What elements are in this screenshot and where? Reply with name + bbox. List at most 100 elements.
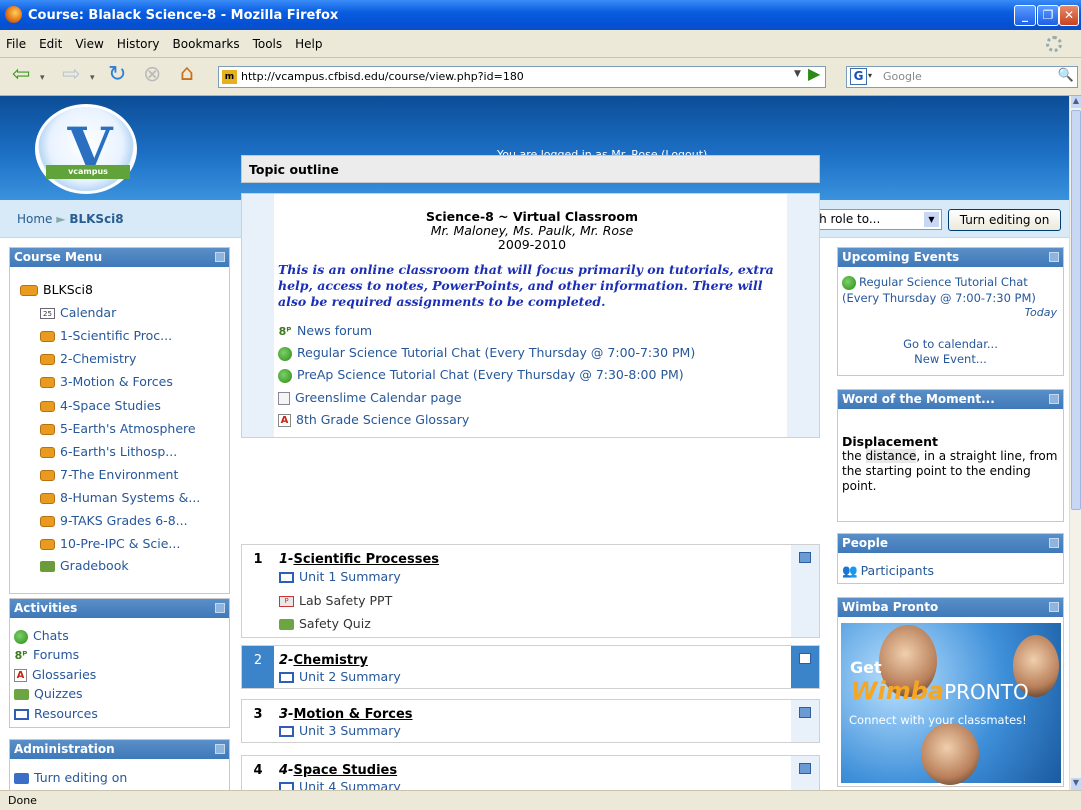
collapse-icon[interactable] [1049, 394, 1059, 404]
show-only-section-icon[interactable] [799, 653, 811, 664]
menu-bookmarks[interactable]: Bookmarks [173, 37, 240, 51]
event-link[interactable]: Regular Science Tutorial Chat (Every Thu… [842, 274, 1060, 306]
back-dropdown-icon[interactable]: ▾ [40, 63, 45, 93]
course-menu-item-gradebook[interactable]: Gradebook [40, 558, 129, 573]
word-of-moment-block: Word of the Moment... Displacement the d… [837, 389, 1064, 522]
collapse-icon[interactable] [215, 744, 225, 754]
activity-glossaries[interactable]: A Glossaries [14, 667, 96, 682]
scroll-up-icon[interactable]: ▲ [1071, 96, 1081, 108]
course-menu-item-4[interactable]: 4-Space Studies [40, 398, 161, 413]
menu-help[interactable]: Help [295, 37, 322, 51]
engine-dropdown-icon[interactable]: ▾ [868, 71, 872, 80]
folder-icon [40, 424, 55, 435]
home-icon[interactable]: ⌂ [180, 59, 194, 89]
course-menu-item-label: Gradebook [60, 558, 129, 573]
link-preap-chat[interactable]: PreAp Science Tutorial Chat (Every Thurs… [278, 367, 684, 383]
breadcrumb-home[interactable]: Home [17, 212, 52, 226]
course-menu-item-label: 2-Chemistry [60, 351, 137, 366]
course-menu-item-7[interactable]: 7-The Environment [40, 467, 178, 482]
goto-calendar-link[interactable]: Go to calendar... [838, 337, 1063, 351]
course-menu-item-9[interactable]: 9-TAKS Grades 6-8... [40, 513, 188, 528]
menu-file[interactable]: File [6, 37, 26, 51]
administration-title: Administration [14, 742, 115, 756]
link-glossary[interactable]: A 8th Grade Science Glossary [278, 412, 469, 427]
google-engine-icon[interactable]: G [850, 68, 867, 85]
new-event-link[interactable]: New Event... [838, 352, 1063, 366]
course-root[interactable]: BLKSci8 [20, 282, 93, 297]
search-icon[interactable]: 🔍 [1058, 68, 1074, 83]
section-1-item-safety-quiz[interactable]: Safety Quiz [279, 616, 371, 631]
activity-forums[interactable]: 8ᴾ Forums [14, 647, 80, 663]
collapse-icon[interactable] [215, 252, 225, 262]
close-button[interactable]: ✕ [1059, 5, 1079, 26]
link-label: 8th Grade Science Glossary [296, 412, 470, 427]
course-menu-item-label: 3-Motion & Forces [60, 374, 173, 389]
collapse-icon[interactable] [215, 603, 225, 613]
go-icon[interactable]: ▶ [808, 64, 820, 83]
section-prefix: 2- [279, 653, 294, 668]
course-menu-item-calendar[interactable]: 25 Calendar [40, 305, 116, 320]
folder-icon [40, 516, 55, 527]
section-1-item-unit-summary[interactable]: Unit 1 Summary [279, 569, 401, 584]
back-icon[interactable]: ⇦ [12, 60, 30, 90]
section-side [791, 545, 819, 637]
classroom-heading: Science-8 ~ Virtual Classroom [425, 209, 638, 224]
section-1-item-lab-safety[interactable]: P Lab Safety PPT [279, 593, 392, 608]
course-menu-item-10[interactable]: 10-Pre-IPC & Scie... [40, 536, 180, 551]
event-label: Regular Science Tutorial Chat (Every Thu… [842, 275, 1036, 305]
logo-band: vcampus [46, 165, 130, 179]
stop-icon[interactable]: ⊗ [143, 60, 161, 90]
collapse-icon[interactable] [1049, 538, 1059, 548]
menu-history[interactable]: History [117, 37, 160, 51]
link-label: PreAp Science Tutorial Chat (Every Thurs… [297, 367, 684, 382]
admin-turn-editing-on[interactable]: Turn editing on [14, 770, 127, 785]
people-block: People 👥 Participants [837, 533, 1064, 584]
item-label: Unit 4 Summary [299, 779, 401, 790]
collapse-icon[interactable] [1049, 252, 1059, 262]
section-2-item-unit-summary[interactable]: Unit 2 Summary [279, 669, 401, 684]
man-face-image [921, 723, 979, 785]
course-menu-item-1[interactable]: 1-Scientific Proc... [40, 328, 172, 343]
link-news-forum[interactable]: 8ᴾ News forum [278, 323, 372, 339]
activity-label: Chats [33, 628, 69, 643]
forward-icon[interactable]: ⇨ [62, 60, 80, 90]
scroll-down-icon[interactable]: ▼ [1071, 778, 1081, 790]
show-only-section-icon[interactable] [799, 763, 811, 774]
menu-edit[interactable]: Edit [39, 37, 62, 51]
activity-resources[interactable]: Resources [14, 706, 98, 721]
menu-tools[interactable]: Tools [253, 37, 283, 51]
minimize-button[interactable]: _ [1014, 5, 1036, 26]
site-header: V vcampus You are logged in as Mr. Rose … [0, 96, 1069, 200]
participants-link[interactable]: 👥 Participants [842, 563, 934, 579]
forward-dropdown-icon[interactable]: ▾ [90, 63, 95, 93]
link-regular-chat[interactable]: Regular Science Tutorial Chat (Every Thu… [278, 345, 695, 361]
course-menu-item-6[interactable]: 6-Earth's Lithosp... [40, 444, 177, 459]
activity-quizzes[interactable]: Quizzes [14, 686, 83, 701]
scroll-thumb[interactable] [1071, 110, 1081, 510]
section-4-item-unit-summary[interactable]: Unit 4 Summary [279, 779, 401, 790]
activity-label: Quizzes [34, 686, 83, 701]
vcampus-logo[interactable]: V vcampus [35, 104, 137, 194]
course-menu-item-5[interactable]: 5-Earth's Atmosphere [40, 421, 196, 436]
section-3-item-unit-summary[interactable]: Unit 3 Summary [279, 723, 401, 738]
menu-view[interactable]: View [75, 37, 103, 51]
show-only-section-icon[interactable] [799, 552, 811, 563]
item-label: Safety Quiz [299, 616, 371, 631]
activity-chats[interactable]: Chats [14, 628, 69, 644]
show-only-section-icon[interactable] [799, 707, 811, 718]
collapse-icon[interactable] [1049, 602, 1059, 612]
turn-editing-on-button[interactable]: Turn editing on [948, 209, 1061, 231]
link-greenslime-calendar[interactable]: Greenslime Calendar page [278, 390, 462, 405]
course-menu-item-3[interactable]: 3-Motion & Forces [40, 374, 173, 389]
wimba-pronto-banner[interactable]: Get WimbaPRONTO Connect with your classm… [841, 623, 1061, 785]
search-placeholder: Google [883, 70, 922, 83]
chat-icon [842, 275, 856, 290]
url-dropdown-icon[interactable]: ▼ [794, 69, 801, 79]
url-bar[interactable]: m http://vcampus.cfbisd.edu/course/view.… [218, 66, 826, 88]
search-input[interactable]: G ▾ Google 🔍 [846, 66, 1078, 88]
maximize-button[interactable]: ❐ [1037, 5, 1059, 26]
reload-icon[interactable]: ↻ [108, 60, 126, 90]
course-menu-item-8[interactable]: 8-Human Systems &... [40, 490, 200, 505]
course-menu-item-2[interactable]: 2-Chemistry [40, 351, 136, 366]
vertical-scrollbar[interactable]: ▲ ▼ [1069, 96, 1081, 790]
